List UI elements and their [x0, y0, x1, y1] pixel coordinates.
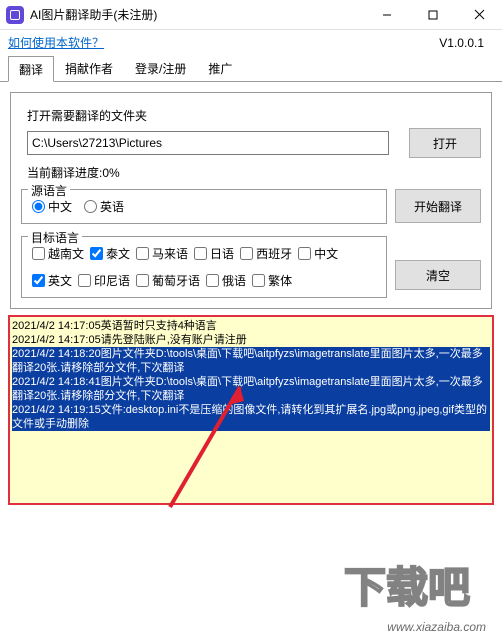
log-box[interactable]: 2021/4/2 14:17:05英语暂时只支持4种语言 2021/4/2 14…	[8, 315, 494, 505]
check-ja[interactable]: 日语	[194, 245, 234, 262]
check-vi[interactable]: 越南文	[32, 245, 84, 262]
radio-zh[interactable]: 中文	[32, 198, 72, 215]
target-language-fieldset: 目标语言 越南文 泰文 马来语 日语 西班牙 中文 英文 印尼语 葡萄牙语 俄语…	[21, 236, 387, 298]
version-label: V1.0.0.1	[439, 36, 494, 50]
tabs: 翻译 捐献作者 登录/注册 推广	[0, 55, 502, 82]
watermark-logo: 下载吧	[334, 560, 494, 620]
main-panel: 打开需要翻译的文件夹 打开 当前翻译进度:0% 源语言 中文 英语 开始翻译 目…	[10, 92, 492, 309]
tab-login[interactable]: 登录/注册	[124, 55, 197, 81]
log-line: 2021/4/2 14:18:20图片文件夹D:\tools\桌面\下载吧\ai…	[12, 347, 490, 375]
close-button[interactable]	[456, 0, 502, 30]
check-id[interactable]: 印尼语	[78, 272, 130, 289]
check-pt[interactable]: 葡萄牙语	[136, 272, 200, 289]
clear-button[interactable]: 清空	[395, 260, 481, 290]
check-tw[interactable]: 繁体	[252, 272, 292, 289]
check-zh[interactable]: 中文	[298, 245, 338, 262]
check-ru[interactable]: 俄语	[206, 272, 246, 289]
watermark-url: www.xiazaiba.com	[387, 620, 486, 634]
how-to-use-link[interactable]: 如何使用本软件？	[8, 34, 104, 51]
source-language-legend: 源语言	[28, 182, 70, 199]
log-line: 2021/4/2 14:19:15文件:desktop.ini不是压缩的图像文件…	[12, 403, 490, 431]
source-language-fieldset: 源语言 中文 英语	[21, 189, 387, 224]
target-language-legend: 目标语言	[28, 229, 82, 246]
folder-path-input[interactable]	[27, 131, 389, 155]
tab-promote[interactable]: 推广	[197, 55, 243, 81]
svg-text:下载吧: 下载吧	[344, 565, 470, 612]
check-th[interactable]: 泰文	[90, 245, 130, 262]
maximize-button[interactable]	[410, 0, 456, 30]
open-folder-label: 打开需要翻译的文件夹	[27, 107, 481, 124]
linkbar: 如何使用本软件？ V1.0.0.1	[0, 30, 502, 55]
log-line: 2021/4/2 14:18:41图片文件夹D:\tools\桌面\下载吧\ai…	[12, 375, 490, 403]
window-title: AI图片翻译助手(未注册)	[30, 6, 364, 23]
radio-en[interactable]: 英语	[84, 198, 124, 215]
check-ms[interactable]: 马来语	[136, 245, 188, 262]
app-icon	[6, 6, 24, 24]
tab-translate[interactable]: 翻译	[8, 56, 54, 82]
check-es[interactable]: 西班牙	[240, 245, 292, 262]
start-translate-button[interactable]: 开始翻译	[395, 189, 481, 223]
log-line: 2021/4/2 14:17:05英语暂时只支持4种语言	[12, 319, 490, 333]
minimize-button[interactable]	[364, 0, 410, 30]
check-en[interactable]: 英文	[32, 272, 72, 289]
open-button[interactable]: 打开	[409, 128, 481, 158]
log-line: 2021/4/2 14:17:05请先登陆账户,没有账户请注册	[12, 333, 490, 347]
progress-label: 当前翻译进度:0%	[27, 164, 481, 181]
titlebar: AI图片翻译助手(未注册)	[0, 0, 502, 30]
tab-donate[interactable]: 捐献作者	[54, 55, 124, 81]
